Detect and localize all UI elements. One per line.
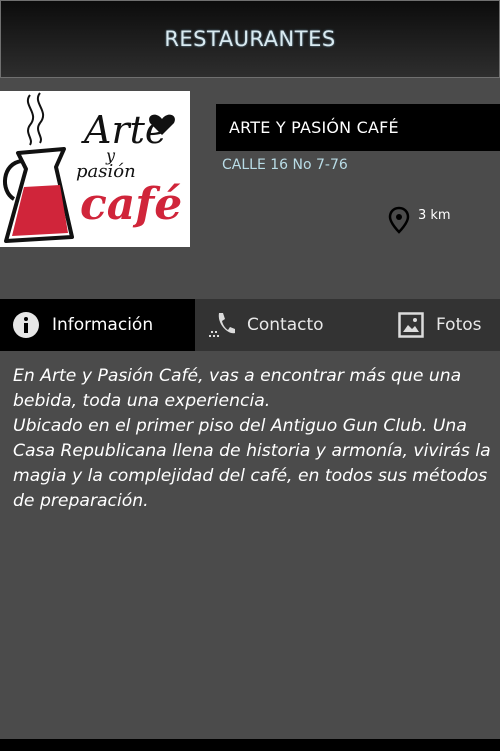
distance-indicator: 3 km bbox=[388, 206, 451, 234]
tab-label: Fotos bbox=[436, 315, 482, 335]
page-title: RESTAURANTES bbox=[164, 27, 336, 51]
description-paragraph: En Arte y Pasión Café, vas a encontrar m… bbox=[13, 366, 462, 411]
image-icon bbox=[398, 312, 424, 338]
tab-contacto[interactable]: Contacto bbox=[195, 299, 390, 351]
tab-label: Información bbox=[52, 315, 154, 335]
description-paragraph: Ubicado en el primer piso del Antiguo Gu… bbox=[13, 416, 491, 511]
restaurant-name-bar: ARTE Y PASIÓN CAFÉ bbox=[216, 104, 500, 151]
location-pin-icon bbox=[388, 206, 410, 234]
tab-bar: Información Contacto Fotos bbox=[0, 299, 500, 351]
restaurant-logo: Arte y pasión café bbox=[0, 91, 190, 247]
info-icon bbox=[12, 311, 40, 339]
tab-label: Contacto bbox=[247, 315, 324, 335]
header: RESTAURANTES bbox=[0, 0, 500, 78]
svg-text:café: café bbox=[80, 179, 182, 230]
distance-value: 3 km bbox=[418, 208, 451, 223]
phone-icon bbox=[209, 311, 235, 339]
tab-informacion[interactable]: Información bbox=[0, 299, 195, 351]
restaurant-description: En Arte y Pasión Café, vas a encontrar m… bbox=[13, 364, 491, 514]
restaurant-address: CALLE 16 No 7-76 bbox=[222, 157, 348, 173]
restaurant-name: ARTE Y PASIÓN CAFÉ bbox=[229, 118, 399, 137]
bottom-bar bbox=[0, 739, 500, 751]
tab-fotos[interactable]: Fotos bbox=[390, 299, 500, 351]
svg-text:Arte: Arte bbox=[81, 108, 167, 152]
